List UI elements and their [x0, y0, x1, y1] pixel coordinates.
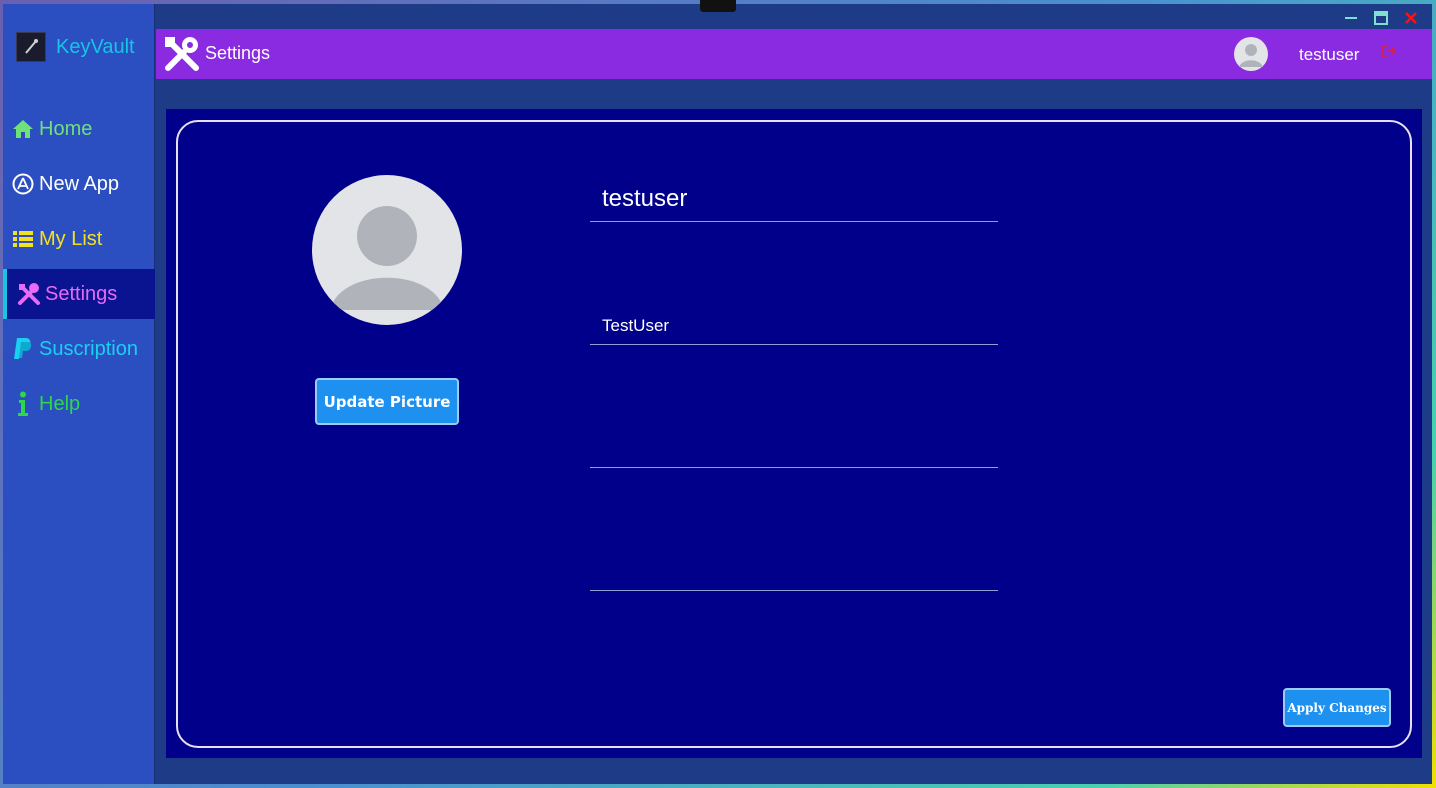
minimize-icon[interactable] [1342, 10, 1360, 26]
maximize-icon[interactable] [1372, 10, 1390, 26]
logout-icon[interactable] [1381, 43, 1397, 59]
sidebar-item-subscription[interactable]: Suscription [3, 324, 155, 374]
apply-changes-button[interactable]: Apply Changes [1283, 688, 1391, 727]
sidebar-item-new-app[interactable]: New App [3, 159, 155, 209]
sidebar-item-settings[interactable]: Settings [3, 269, 155, 319]
app-window: KeyVault Home New App My List Settings S… [3, 0, 1432, 784]
sidebar-item-label: New App [39, 172, 120, 195]
username-value: testuser [602, 185, 688, 212]
sidebar-item-label: Suscription [39, 337, 138, 360]
profile-field-4[interactable] [590, 543, 998, 591]
avatar[interactable] [1234, 37, 1268, 71]
sidebar-item-home[interactable]: Home [3, 104, 155, 154]
key-logo-icon [16, 32, 46, 62]
tools-icon [162, 34, 202, 74]
header-bar: Settings testuser [156, 29, 1432, 79]
paypal-icon [11, 337, 35, 361]
sidebar: KeyVault Home New App My List Settings S… [3, 4, 155, 784]
tools-icon [17, 282, 41, 306]
sidebar-item-label: Home [39, 117, 93, 140]
info-icon [11, 391, 35, 416]
sidebar-item-label: My List [39, 227, 103, 250]
sidebar-item-label: Settings [45, 282, 118, 305]
sidebar-item-help[interactable]: Help [3, 379, 155, 429]
list-icon [11, 227, 35, 251]
display-name-field[interactable]: TestUser [590, 297, 998, 345]
display-name-value: TestUser [602, 316, 670, 335]
window-drag-handle[interactable] [700, 0, 736, 12]
sidebar-item-my-list[interactable]: My List [3, 214, 155, 264]
home-icon [11, 117, 35, 141]
settings-content: Update Picture testuser TestUser Apply C… [166, 109, 1422, 758]
header-username: testuser [1299, 45, 1360, 64]
brand: KeyVault [16, 31, 135, 63]
profile-picture [312, 175, 462, 325]
profile-card: Update Picture testuser TestUser Apply C… [176, 120, 1412, 748]
page-title: Settings [205, 43, 271, 63]
window-controls [1342, 10, 1420, 26]
app-store-icon [11, 172, 35, 196]
username-field[interactable]: testuser [590, 174, 998, 222]
close-icon[interactable] [1402, 10, 1420, 26]
update-picture-button[interactable]: Update Picture [315, 378, 459, 425]
profile-field-3[interactable] [590, 420, 998, 468]
sidebar-item-label: Help [39, 392, 81, 415]
app-name: KeyVault [56, 35, 135, 58]
